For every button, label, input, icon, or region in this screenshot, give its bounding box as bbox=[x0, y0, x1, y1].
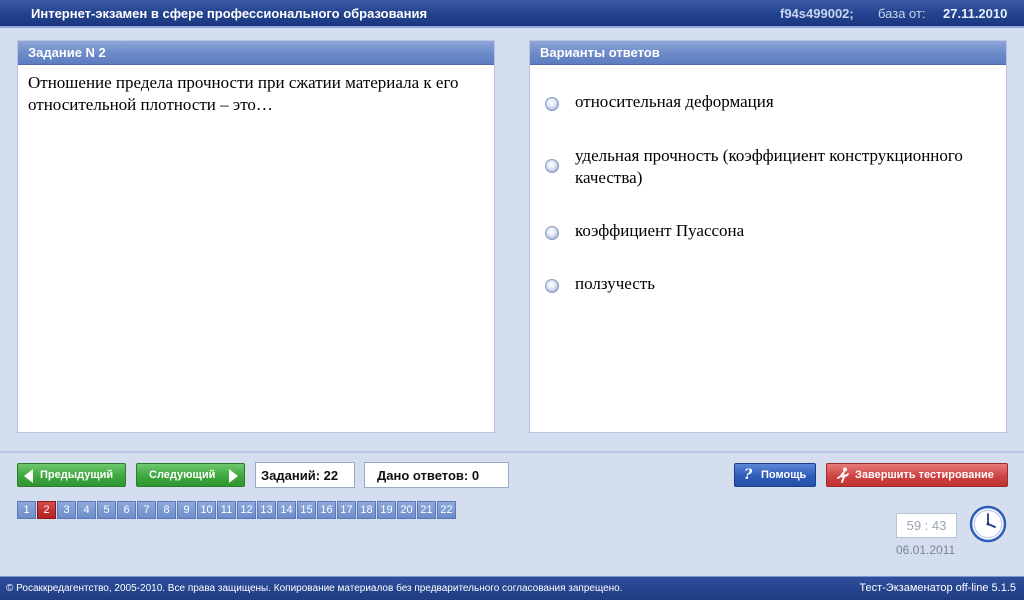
triangle-left-icon bbox=[24, 469, 33, 483]
page-number-16[interactable]: 16 bbox=[317, 501, 336, 519]
answers-given-count: Дано ответов: 0 bbox=[364, 462, 509, 488]
answer-option-label: коэффициент Пуассона bbox=[575, 221, 745, 240]
page-number-2[interactable]: 2 bbox=[37, 501, 56, 519]
page-number-14[interactable]: 14 bbox=[277, 501, 296, 519]
question-text: Отношение предела прочности при сжатии м… bbox=[28, 73, 459, 114]
page-number-19[interactable]: 19 bbox=[377, 501, 396, 519]
page-number-13[interactable]: 13 bbox=[257, 501, 276, 519]
radio-button-icon[interactable] bbox=[545, 159, 559, 173]
finish-test-button-label: Завершить тестирование bbox=[855, 469, 994, 481]
tasks-count: Заданий: 22 bbox=[255, 462, 355, 488]
help-button[interactable]: ? Помощь bbox=[734, 463, 816, 487]
page-number-18[interactable]: 18 bbox=[357, 501, 376, 519]
radio-button-icon[interactable] bbox=[545, 97, 559, 111]
current-date: 06.01.2011 bbox=[896, 543, 956, 557]
timer-display: 59 : 43 bbox=[896, 513, 957, 538]
previous-button-label: Предыдущий bbox=[40, 469, 114, 481]
page-number-6[interactable]: 6 bbox=[117, 501, 136, 519]
radio-button-icon[interactable] bbox=[545, 279, 559, 293]
answer-option-2[interactable]: удельная прочность (коэффициент конструк… bbox=[530, 145, 1006, 191]
answer-option-label: ползучесть bbox=[575, 274, 655, 293]
question-mark-icon: ? bbox=[744, 467, 753, 483]
task-panel: Задание N 2 Отношение предела прочности … bbox=[17, 40, 495, 433]
session-id: f94s499002; bbox=[780, 6, 854, 21]
clock-icon bbox=[969, 505, 1007, 543]
page-number-1[interactable]: 1 bbox=[17, 501, 36, 519]
page-number-21[interactable]: 21 bbox=[417, 501, 436, 519]
app-version: Тест-Экзаменатор off-line 5.1.5 bbox=[859, 582, 1016, 594]
copyright-text: © Росаккредагентство, 2005-2010. Все пра… bbox=[6, 583, 623, 594]
triangle-right-icon bbox=[229, 469, 238, 483]
answer-option-3[interactable]: коэффициент Пуассона bbox=[530, 220, 1006, 250]
previous-button[interactable]: Предыдущий bbox=[17, 463, 126, 487]
base-date: 27.11.2010 bbox=[943, 6, 1008, 21]
page-number-7[interactable]: 7 bbox=[137, 501, 156, 519]
page-number-11[interactable]: 11 bbox=[217, 501, 236, 519]
title-bar: Интернет-экзамен в сфере профессионально… bbox=[0, 0, 1024, 28]
finish-test-button[interactable]: Завершить тестирование bbox=[826, 463, 1008, 487]
divider bbox=[0, 451, 1024, 453]
answer-option-label: удельная прочность (коэффициент конструк… bbox=[575, 146, 963, 187]
page-number-22[interactable]: 22 bbox=[437, 501, 456, 519]
page-number-10[interactable]: 10 bbox=[197, 501, 216, 519]
page-number-15[interactable]: 15 bbox=[297, 501, 316, 519]
radio-button-icon[interactable] bbox=[545, 226, 559, 240]
running-man-exit-icon bbox=[837, 467, 849, 483]
next-button[interactable]: Следующий bbox=[136, 463, 245, 487]
answers-panel-header: Варианты ответов bbox=[530, 41, 1006, 65]
page-number-8[interactable]: 8 bbox=[157, 501, 176, 519]
page-number-5[interactable]: 5 bbox=[97, 501, 116, 519]
page-number-17[interactable]: 17 bbox=[337, 501, 356, 519]
page-number-9[interactable]: 9 bbox=[177, 501, 196, 519]
base-date-label: база от: bbox=[878, 6, 926, 21]
app-title: Интернет-экзамен в сфере профессионально… bbox=[31, 6, 428, 21]
help-button-label: Помощь bbox=[761, 469, 807, 481]
footer: © Росаккредагентство, 2005-2010. Все пра… bbox=[0, 576, 1024, 600]
page-number-20[interactable]: 20 bbox=[397, 501, 416, 519]
page-number-12[interactable]: 12 bbox=[237, 501, 256, 519]
answer-option-label: относительная деформация bbox=[575, 92, 774, 111]
page-number-3[interactable]: 3 bbox=[57, 501, 76, 519]
next-button-label: Следующий bbox=[149, 469, 216, 481]
answer-option-4[interactable]: ползучесть bbox=[530, 273, 1006, 303]
task-panel-header: Задание N 2 bbox=[18, 41, 494, 65]
page-number-4[interactable]: 4 bbox=[77, 501, 96, 519]
answer-option-1[interactable]: относительная деформация bbox=[530, 91, 1006, 121]
answers-panel: Варианты ответов относительная деформаци… bbox=[529, 40, 1007, 433]
